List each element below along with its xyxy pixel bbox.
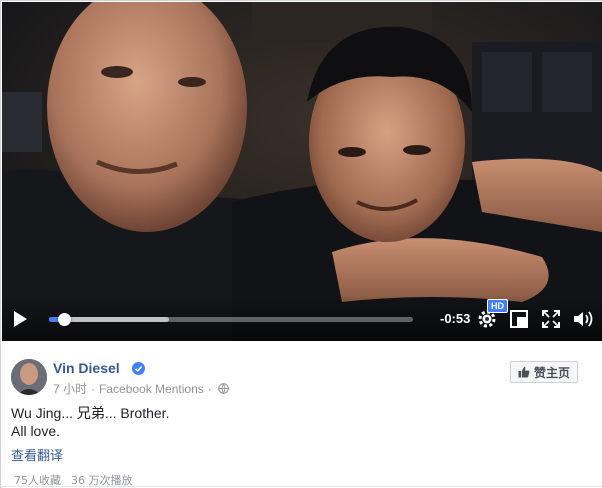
post-meta: 7 小时 · Facebook Mentions · — [53, 380, 229, 397]
post-timestamp-link[interactable]: 7 小时 — [53, 380, 87, 397]
verified-badge-icon — [132, 362, 145, 375]
meta-separator-2: · — [207, 381, 212, 396]
video-frame[interactable] — [2, 2, 602, 341]
avatar-image — [11, 359, 47, 395]
author-name-link[interactable]: Vin Diesel — [53, 360, 120, 376]
like-page-label: 赞主页 — [533, 365, 570, 380]
time-remaining: -0:53 — [440, 311, 471, 326]
progress-scrubber-handle[interactable] — [57, 313, 71, 326]
see-translation-link[interactable]: 查看翻译 — [11, 445, 63, 464]
author-avatar[interactable] — [11, 359, 47, 395]
thumbs-up-icon — [518, 366, 530, 378]
post-message-line-2: All love. — [11, 423, 61, 439]
progress-bar[interactable] — [49, 313, 413, 326]
picture-in-picture-icon[interactable] — [510, 310, 528, 328]
video-player[interactable]: -0:53 HD — [2, 2, 602, 341]
post-message-line-1: Wu Jing... 兄弟... Brother. — [11, 405, 170, 421]
meta-separator: · — [91, 381, 96, 396]
divider — [2, 486, 602, 487]
post-message: Wu Jing... 兄弟... Brother. All love. — [11, 404, 169, 440]
play-icon[interactable] — [12, 310, 28, 328]
post-details: Vin Diesel 7 小时 · Facebook Mentions · 赞主… — [2, 341, 602, 488]
video-controls: -0:53 HD — [2, 295, 602, 341]
like-page-button[interactable]: 赞主页 — [510, 361, 578, 383]
video-post-card: -0:53 HD Vin Diesel 7 小时 · Facebook Ment… — [0, 0, 602, 488]
volume-icon[interactable] — [573, 310, 594, 328]
globe-icon[interactable] — [217, 383, 229, 394]
hd-badge: HD — [487, 299, 508, 313]
fullscreen-icon[interactable] — [542, 310, 560, 328]
mentions-link[interactable]: Facebook Mentions — [99, 382, 204, 396]
